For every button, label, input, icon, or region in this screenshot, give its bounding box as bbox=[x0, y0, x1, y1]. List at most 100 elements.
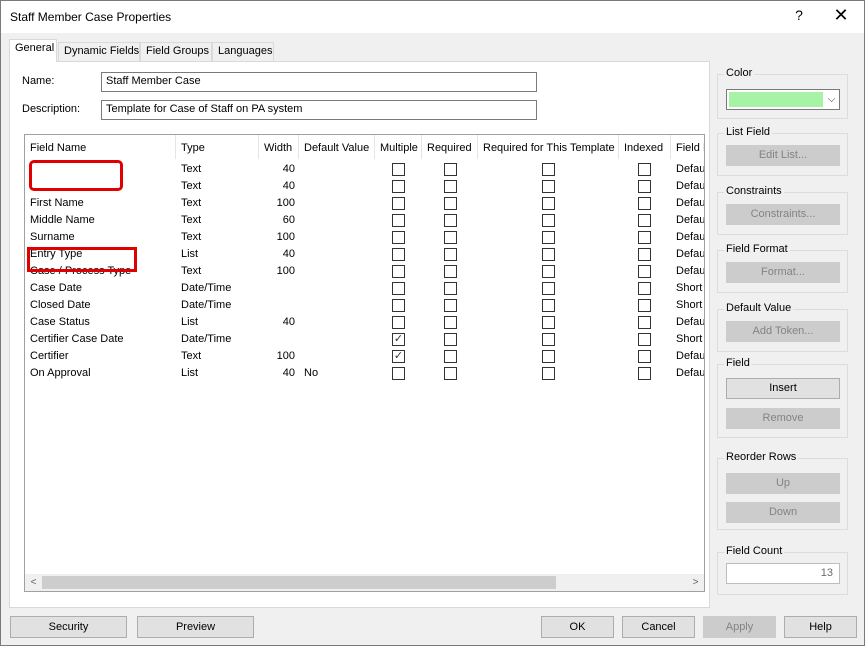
column-header-width[interactable]: Width bbox=[259, 135, 299, 159]
checkbox-required[interactable] bbox=[444, 180, 457, 193]
checkbox-required-template[interactable] bbox=[542, 333, 555, 346]
tab-languages[interactable]: Languages bbox=[212, 42, 274, 61]
table-row[interactable]: Certifier Case Date Date/Time Short ✓ bbox=[25, 331, 704, 348]
tab-general[interactable]: General bbox=[9, 39, 57, 62]
checkbox-required[interactable] bbox=[444, 163, 457, 176]
column-header-field-name[interactable]: Field Name bbox=[25, 135, 176, 159]
checkbox-indexed[interactable] bbox=[638, 316, 651, 329]
up-button[interactable]: Up bbox=[726, 473, 840, 494]
fields-grid[interactable]: Field Name Type Width Default Value Mult… bbox=[24, 134, 705, 592]
table-row[interactable]: First Name Text 100 Defau bbox=[25, 195, 704, 212]
checkbox-indexed[interactable] bbox=[638, 367, 651, 380]
checkbox-required[interactable] bbox=[444, 282, 457, 295]
color-dropdown[interactable]: ⌵ bbox=[726, 89, 840, 110]
checkbox-required[interactable] bbox=[444, 265, 457, 278]
horizontal-scrollbar[interactable]: < > bbox=[25, 574, 704, 591]
table-row[interactable]: Middle Name Text 60 Defau bbox=[25, 212, 704, 229]
checkbox-required-template[interactable] bbox=[542, 197, 555, 210]
checkbox-required-template[interactable] bbox=[542, 299, 555, 312]
checkbox-indexed[interactable] bbox=[638, 248, 651, 261]
checkbox-multiple[interactable] bbox=[392, 299, 405, 312]
down-button[interactable]: Down bbox=[726, 502, 840, 523]
name-field[interactable]: Staff Member Case bbox=[101, 72, 537, 92]
preview-button[interactable]: Preview bbox=[137, 616, 254, 638]
checkbox-multiple[interactable] bbox=[392, 197, 405, 210]
checkbox-required[interactable] bbox=[444, 350, 457, 363]
description-field[interactable]: Template for Case of Staff on PA system bbox=[101, 100, 537, 120]
checkbox-required-template[interactable] bbox=[542, 282, 555, 295]
checkbox-required-template[interactable] bbox=[542, 231, 555, 244]
column-header-indexed[interactable]: Indexed bbox=[619, 135, 671, 159]
close-icon[interactable]: ✕ bbox=[831, 5, 851, 26]
checkbox-required-template[interactable] bbox=[542, 316, 555, 329]
checkbox-indexed[interactable] bbox=[638, 333, 651, 346]
ok-button[interactable]: OK bbox=[541, 616, 614, 638]
checkbox-multiple[interactable] bbox=[392, 316, 405, 329]
column-header-multiple[interactable]: Multiple bbox=[375, 135, 422, 159]
remove-button[interactable]: Remove bbox=[726, 408, 840, 429]
column-header-field-i[interactable]: Field I bbox=[671, 135, 704, 159]
checkbox-multiple[interactable] bbox=[392, 367, 405, 380]
column-header-required-template[interactable]: Required for This Template bbox=[478, 135, 619, 159]
cell-field-i[interactable]: Defau bbox=[676, 367, 704, 384]
checkbox-required-template[interactable] bbox=[542, 248, 555, 261]
checkbox-required[interactable] bbox=[444, 333, 457, 346]
insert-button[interactable]: Insert bbox=[726, 378, 840, 399]
table-row[interactable]: Text 40 Defau bbox=[25, 178, 704, 195]
scroll-right-arrow-icon[interactable]: > bbox=[687, 575, 704, 590]
help-button[interactable]: Help bbox=[784, 616, 857, 638]
add-token-button[interactable]: Add Token... bbox=[726, 321, 840, 342]
table-row[interactable]: Closed Date Date/Time Short bbox=[25, 297, 704, 314]
checkbox-multiple[interactable]: ✓ bbox=[392, 333, 405, 346]
checkbox-required-template[interactable] bbox=[542, 350, 555, 363]
checkbox-multiple[interactable] bbox=[392, 265, 405, 278]
checkbox-required-template[interactable] bbox=[542, 180, 555, 193]
column-header-type[interactable]: Type bbox=[176, 135, 259, 159]
checkbox-required[interactable] bbox=[444, 299, 457, 312]
checkbox-multiple[interactable] bbox=[392, 282, 405, 295]
checkbox-multiple[interactable]: ✓ bbox=[392, 350, 405, 363]
checkbox-indexed[interactable] bbox=[638, 214, 651, 227]
checkbox-indexed[interactable] bbox=[638, 282, 651, 295]
checkbox-indexed[interactable] bbox=[638, 163, 651, 176]
checkbox-required[interactable] bbox=[444, 316, 457, 329]
checkbox-multiple[interactable] bbox=[392, 214, 405, 227]
tab-dynamic-fields[interactable]: Dynamic Fields bbox=[58, 42, 140, 61]
help-title-button[interactable]: ? bbox=[789, 7, 809, 23]
checkbox-required-template[interactable] bbox=[542, 367, 555, 380]
edit-list-button[interactable]: Edit List... bbox=[726, 145, 840, 166]
checkbox-required[interactable] bbox=[444, 197, 457, 210]
column-header-required[interactable]: Required bbox=[422, 135, 478, 159]
security-button[interactable]: Security bbox=[10, 616, 127, 638]
table-row[interactable]: Surname Text 100 Defau bbox=[25, 229, 704, 246]
apply-button[interactable]: Apply bbox=[703, 616, 776, 638]
checkbox-required[interactable] bbox=[444, 367, 457, 380]
checkbox-multiple[interactable] bbox=[392, 180, 405, 193]
cancel-button[interactable]: Cancel bbox=[622, 616, 695, 638]
checkbox-required-template[interactable] bbox=[542, 265, 555, 278]
constraints-button[interactable]: Constraints... bbox=[726, 204, 840, 225]
cell-field-name[interactable]: On Approval bbox=[30, 367, 170, 384]
column-header-default-value[interactable]: Default Value bbox=[299, 135, 375, 159]
checkbox-indexed[interactable] bbox=[638, 265, 651, 278]
chevron-down-icon[interactable]: ⌵ bbox=[825, 92, 838, 107]
checkbox-required[interactable] bbox=[444, 248, 457, 261]
table-row[interactable]: Case Date Date/Time Short bbox=[25, 280, 704, 297]
checkbox-multiple[interactable] bbox=[392, 248, 405, 261]
cell-default-value[interactable]: No bbox=[304, 367, 374, 384]
checkbox-indexed[interactable] bbox=[638, 299, 651, 312]
table-row[interactable]: Text 40 Defau bbox=[25, 161, 704, 178]
checkbox-required-template[interactable] bbox=[542, 163, 555, 176]
checkbox-required[interactable] bbox=[444, 214, 457, 227]
checkbox-indexed[interactable] bbox=[638, 231, 651, 244]
checkbox-required-template[interactable] bbox=[542, 214, 555, 227]
checkbox-required[interactable] bbox=[444, 231, 457, 244]
checkbox-indexed[interactable] bbox=[638, 180, 651, 193]
checkbox-indexed[interactable] bbox=[638, 197, 651, 210]
table-row[interactable]: Case Status List 40 Defau bbox=[25, 314, 704, 331]
format-button[interactable]: Format... bbox=[726, 262, 840, 283]
scroll-left-arrow-icon[interactable]: < bbox=[25, 575, 42, 590]
checkbox-indexed[interactable] bbox=[638, 350, 651, 363]
checkbox-multiple[interactable] bbox=[392, 163, 405, 176]
tab-field-groups[interactable]: Field Groups bbox=[140, 42, 212, 61]
